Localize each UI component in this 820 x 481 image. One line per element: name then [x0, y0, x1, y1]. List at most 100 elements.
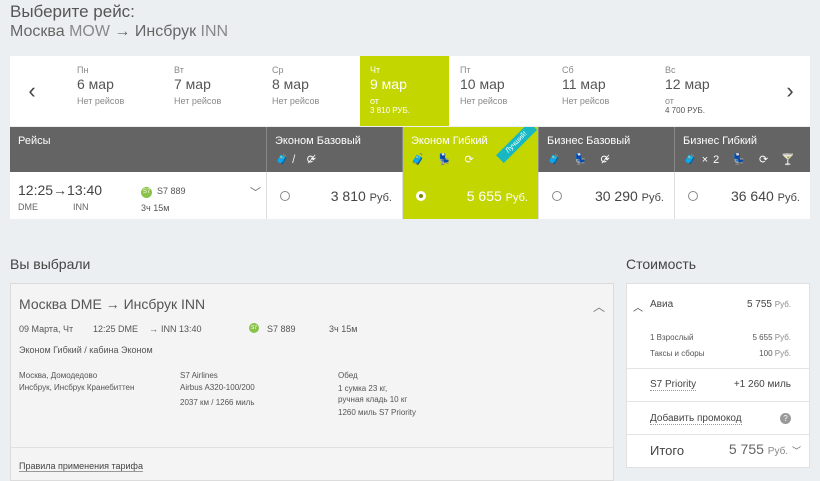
- fare-option-business-flex[interactable]: 36 640 Руб.: [674, 172, 810, 219]
- fare-radio[interactable]: [552, 191, 562, 201]
- fare-option-economy-basic[interactable]: 3 810 Руб.: [266, 172, 402, 219]
- fare-price-value: 5 655: [466, 188, 502, 204]
- fare-header-label: Эконом Базовый: [275, 135, 361, 147]
- fare-header-label: Бизнес Базовый: [547, 135, 631, 147]
- chevron-left-icon[interactable]: ‹: [22, 78, 42, 104]
- fare-currency: Руб.: [777, 192, 800, 204]
- fare-table-header: Рейсы Эконом Базовый 🧳̸ ⟳̸ Эконом Гибкий…: [10, 127, 810, 172]
- fare-header-business-basic[interactable]: Бизнес Базовый 🧳 💺 ⟳̸: [538, 127, 674, 172]
- chevron-down-icon[interactable]: ﹀: [250, 184, 261, 200]
- date-dow: Чт: [370, 65, 381, 75]
- date-item[interactable]: Вс 12 мар от 4 700 РУБ.: [655, 56, 765, 126]
- arrive-time: 13:40: [67, 182, 103, 198]
- selected-fare-class: Эконом Гибкий / кабина Эконом: [19, 345, 153, 355]
- total-price: 5 755 Руб. ﹀: [729, 441, 801, 457]
- arrow-right-icon: →: [114, 23, 131, 40]
- total-value: 5 755: [728, 441, 764, 457]
- date-price: 3 810 РУБ.: [370, 106, 410, 115]
- fare-feature-icons: 🧳 💺 ⟳̸: [547, 154, 615, 166]
- date-note: Нет рейсов: [174, 96, 222, 106]
- fare-option-business-basic[interactable]: 30 290 Руб.: [538, 172, 674, 219]
- selected-title: Вы выбрали: [10, 256, 91, 272]
- selected-miles: 1260 миль S7 Priority: [338, 408, 416, 417]
- route-to-code: INN: [200, 23, 229, 40]
- adult-price: 5 655 Руб.: [753, 333, 792, 342]
- taxes-price: 100 Руб.: [759, 349, 791, 358]
- depart-time: 12:25: [18, 182, 54, 198]
- fare-header-economy-flex[interactable]: Эконом Гибкий 🧳 💺 ⟳ Лучший!: [402, 127, 538, 172]
- selected-route: Москва DME → Инсбрук INN: [19, 296, 206, 312]
- divider: [11, 447, 613, 448]
- fare-header-economy-basic[interactable]: Эконом Базовый 🧳̸ ⟳̸: [266, 127, 402, 172]
- priority-label[interactable]: S7 Priority: [650, 379, 697, 391]
- avia-currency: Руб.: [774, 300, 791, 309]
- date-day: 12 мар: [665, 76, 710, 92]
- total-label: Итого: [650, 443, 685, 458]
- selected-distance: 2037 км / 1266 миль: [180, 398, 255, 407]
- date-item[interactable]: Сб 11 мар Нет рейсов: [552, 56, 655, 126]
- fare-currency: Руб.: [369, 192, 392, 204]
- selected-date: 09 Марта, Чт: [19, 324, 74, 334]
- cost-priority-row: S7 Priority +1 260 миль: [627, 368, 809, 401]
- flight-duration: 3ч 15м: [141, 203, 170, 213]
- airline-logo-icon: S7: [249, 323, 259, 333]
- date-dow: Вт: [174, 65, 184, 75]
- fare-currency: Руб.: [641, 192, 664, 204]
- date-dow: Пн: [77, 65, 89, 75]
- fare-price-value: 30 290: [594, 188, 638, 204]
- cost-avia-section: ︿ Авиа 5 755 Руб. 1 Взрослый 5 655 Руб. …: [627, 284, 809, 368]
- help-icon[interactable]: ?: [780, 413, 791, 424]
- flights-header-label: Рейсы: [18, 135, 51, 147]
- avia-total: 5 755 Руб.: [747, 299, 791, 310]
- taxes-label: Таксы и сборы: [650, 349, 705, 358]
- date-item-selected[interactable]: Чт 9 мар от 3 810 РУБ.: [360, 56, 449, 126]
- selected-arrive: INN 13:40: [161, 324, 202, 334]
- date-note: Нет рейсов: [562, 96, 610, 106]
- date-dow: Ср: [272, 65, 284, 75]
- fare-feature-icons: 🧳 💺 ⟳: [411, 154, 479, 166]
- date-dow: Сб: [562, 65, 574, 75]
- fare-price: 30 290 Руб.: [595, 188, 664, 204]
- fare-price: 36 640 Руб.: [731, 188, 800, 204]
- fare-radio[interactable]: [280, 191, 290, 201]
- chevron-up-icon[interactable]: ︿: [633, 299, 643, 314]
- date-dow: Вс: [665, 65, 676, 75]
- avia-value: 5 755: [746, 299, 772, 310]
- priority-value: +1 260 миль: [733, 379, 791, 390]
- avia-label: Авиа: [650, 299, 674, 310]
- date-item[interactable]: Вт 7 мар Нет рейсов: [164, 56, 262, 126]
- arrow-right-icon: →: [149, 324, 158, 334]
- add-promocode-link[interactable]: Добавить промокод: [650, 413, 742, 425]
- fare-radio[interactable]: [688, 191, 698, 201]
- fare-radio-selected[interactable]: [416, 191, 426, 201]
- route-from: Москва: [10, 23, 65, 40]
- cost-panel: ︿ Авиа 5 755 Руб. 1 Взрослый 5 655 Руб. …: [626, 283, 810, 468]
- route-summary: Москва MOW → Инсбрук INN: [10, 23, 228, 41]
- date-item[interactable]: Ср 8 мар Нет рейсов: [262, 56, 360, 126]
- date-day: 8 мар: [272, 76, 309, 92]
- chevron-up-icon[interactable]: ︿: [593, 298, 605, 315]
- selected-hand-luggage: ручная кладь 10 кг: [338, 395, 408, 404]
- chevron-down-icon[interactable]: ﹀: [792, 446, 801, 456]
- flights-column-header: Рейсы: [10, 127, 266, 172]
- tariff-rules-link[interactable]: Правила применения тарифа: [19, 461, 143, 472]
- date-item[interactable]: Пн 6 мар Нет рейсов: [67, 56, 164, 126]
- selected-aircraft: Airbus A320-100/200: [180, 383, 255, 392]
- cost-title: Стоимость: [626, 256, 697, 272]
- date-day: 6 мар: [77, 76, 114, 92]
- fare-option-economy-flex[interactable]: 5 655 Руб.: [402, 172, 538, 219]
- date-day: 9 мар: [370, 76, 407, 92]
- adult-value: 5 655: [752, 333, 773, 342]
- taxes-value: 100: [759, 349, 773, 358]
- date-item[interactable]: Пт 10 мар Нет рейсов: [450, 56, 552, 126]
- fare-header-business-flex[interactable]: Бизнес Гибкий 🧳×2 💺 ⟳ 🍸: [674, 127, 810, 172]
- arrive-airport-code: INN: [73, 202, 89, 212]
- chevron-right-icon[interactable]: ›: [780, 78, 800, 104]
- fare-price: 5 655 Руб.: [467, 188, 528, 204]
- date-day: 10 мар: [460, 76, 505, 92]
- date-note: Нет рейсов: [272, 96, 320, 106]
- selected-to-airport: Инсбрук, Инсбрук Кранебиттен: [19, 383, 135, 392]
- fare-header-label: Бизнес Гибкий: [683, 135, 758, 147]
- airline-logo-icon: S7: [141, 187, 152, 198]
- selected-depart: 12:25 DME: [93, 324, 139, 334]
